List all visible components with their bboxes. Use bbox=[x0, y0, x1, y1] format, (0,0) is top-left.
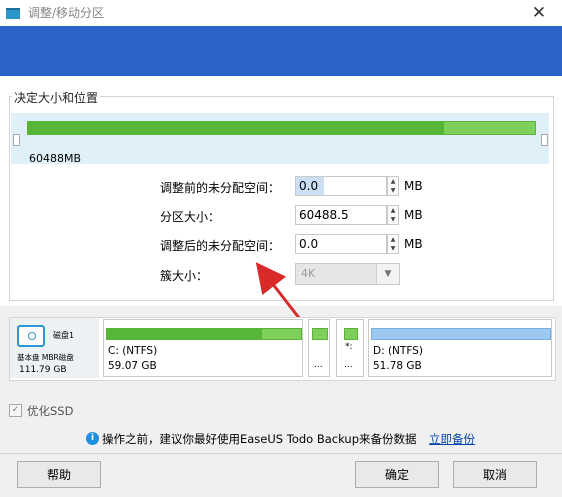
backup-now-link[interactable]: 立即备份 bbox=[429, 431, 475, 447]
partition-size-field-label: 分区大小： bbox=[160, 210, 221, 224]
partition-size-field[interactable] bbox=[295, 205, 388, 225]
unalloc-before-spinner[interactable]: ▲ ▼ bbox=[387, 176, 399, 196]
partition-c-size: 59.07 GB bbox=[108, 360, 157, 372]
window-title: 调整/移动分区 bbox=[28, 6, 105, 20]
unalloc-after-field[interactable] bbox=[295, 234, 388, 254]
app-icon bbox=[6, 8, 20, 19]
group-title: 决定大小和位置 bbox=[12, 89, 101, 106]
partition-d[interactable]: D: (NTFS) 51.78 GB bbox=[368, 319, 552, 377]
unalloc-after-input[interactable] bbox=[296, 235, 388, 253]
footer-separator bbox=[0, 453, 562, 454]
disk-type: 基本盘 MBR磁盘 bbox=[17, 353, 74, 362]
disk-size: 111.79 GB bbox=[19, 365, 67, 375]
optimize-ssd-label: 优化SSD bbox=[27, 404, 74, 418]
partition-d-name: D: (NTFS) bbox=[373, 345, 423, 357]
partition-resize-bar[interactable] bbox=[27, 121, 536, 135]
backup-hint-text: 操作之前，建议你最好使用EaseUS Todo Backup来备份数据 bbox=[102, 432, 417, 446]
cluster-size-label: 簇大小： bbox=[160, 269, 209, 283]
partition-used-fill bbox=[28, 122, 444, 134]
info-icon: i bbox=[86, 432, 99, 445]
partition-unknown[interactable]: *: ... bbox=[336, 319, 364, 377]
help-button[interactable]: 帮助 bbox=[17, 461, 101, 488]
close-button[interactable]: ✕ bbox=[516, 0, 562, 26]
disk-name: 磁盘1 bbox=[53, 331, 75, 340]
left-resize-handle[interactable] bbox=[13, 134, 20, 146]
partition-size-unit: MB bbox=[404, 208, 423, 222]
partition-size-label: 60488MB bbox=[29, 152, 82, 165]
unalloc-after-unit: MB bbox=[404, 237, 423, 251]
unalloc-before-field[interactable] bbox=[295, 176, 387, 196]
partition-size-spinner[interactable]: ▲ ▼ bbox=[387, 205, 399, 225]
unalloc-before-unit: MB bbox=[404, 179, 423, 193]
title-bar: 调整/移动分区 ✕ bbox=[0, 0, 562, 26]
unalloc-before-label: 调整前的未分配空间： bbox=[160, 181, 281, 195]
chevron-down-icon[interactable]: ▼ bbox=[376, 264, 399, 284]
optimize-ssd-checkbox[interactable]: ✓ bbox=[9, 404, 22, 417]
unalloc-before-input[interactable] bbox=[296, 177, 324, 195]
right-resize-handle[interactable] bbox=[541, 134, 548, 146]
partition-small-1[interactable]: ... bbox=[308, 319, 330, 377]
partition-c[interactable]: C: (NTFS) 59.07 GB bbox=[103, 319, 303, 377]
close-icon: ✕ bbox=[531, 3, 547, 23]
unalloc-after-label: 调整后的未分配空间： bbox=[160, 239, 281, 253]
partition-c-bar bbox=[106, 328, 302, 340]
partition-d-bar bbox=[371, 328, 551, 340]
cancel-button[interactable]: 取消 bbox=[453, 461, 537, 488]
partition-size-input[interactable] bbox=[296, 206, 388, 224]
partition-c-name: C: (NTFS) bbox=[108, 345, 158, 357]
hard-disk-icon bbox=[17, 325, 45, 347]
partition-unknown-name: *: bbox=[345, 342, 353, 352]
partition-small-1-size: ... bbox=[314, 360, 323, 370]
header-banner bbox=[0, 26, 562, 76]
partition-unknown-size: ... bbox=[344, 360, 353, 370]
unalloc-after-spinner[interactable]: ▲ ▼ bbox=[387, 234, 399, 254]
ok-button[interactable]: 确定 bbox=[355, 461, 439, 488]
partition-d-size: 51.78 GB bbox=[373, 360, 422, 372]
